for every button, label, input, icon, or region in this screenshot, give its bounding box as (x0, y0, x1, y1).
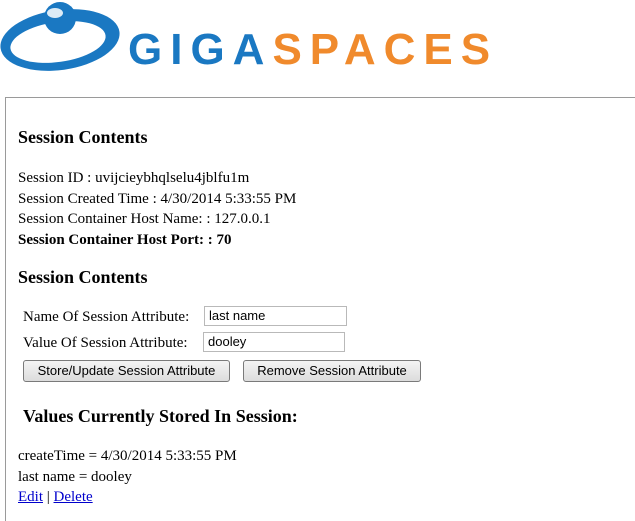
stored-value-item: createTime = 4/30/2014 5:33:55 PM (18, 448, 237, 464)
content-frame: Session Contents Session ID : uvijcieybh… (5, 97, 635, 521)
attribute-value-label: Value Of Session Attribute: (23, 335, 188, 351)
remove-attribute-button[interactable]: Remove Session Attribute (243, 360, 421, 382)
attribute-form-heading: Session Contents (18, 267, 148, 287)
edit-link[interactable]: Edit (18, 489, 43, 505)
session-host-name: Session Container Host Name: : 127.0.0.1 (18, 211, 271, 227)
session-id: Session ID : uvijcieybhqlselu4jblfu1m (18, 170, 250, 186)
attribute-name-label: Name Of Session Attribute: (23, 309, 190, 325)
stored-values-heading: Values Currently Stored In Session: (23, 406, 298, 426)
delete-link[interactable]: Delete (54, 489, 93, 505)
gigaspaces-wordmark: GIGASPACES (128, 28, 498, 72)
session-info: Session ID : uvijcieybhqlselu4jblfu1m Se… (18, 168, 296, 250)
attribute-value-input[interactable]: dooley (203, 332, 345, 352)
logo-spaces-text: SPACES (272, 25, 499, 74)
session-created-time: Session Created Time : 4/30/2014 5:33:55… (18, 190, 297, 207)
attribute-name-input[interactable]: last name (204, 306, 347, 326)
stored-value-item: last name = dooley (18, 468, 132, 485)
gigaspaces-logo-icon (0, 2, 120, 71)
stored-value-actions: Edit | Delete (18, 487, 237, 508)
logo-giga-text: GIGA (128, 25, 273, 74)
stored-values-list: createTime = 4/30/2014 5:33:55 PM last n… (18, 446, 237, 508)
store-update-button[interactable]: Store/Update Session Attribute (23, 360, 230, 382)
page-header: GIGASPACES (0, 0, 635, 96)
session-host-port: Session Container Host Port: : 70 (18, 231, 232, 248)
session-contents-heading: Session Contents (18, 127, 148, 147)
link-separator: | (46, 489, 50, 505)
